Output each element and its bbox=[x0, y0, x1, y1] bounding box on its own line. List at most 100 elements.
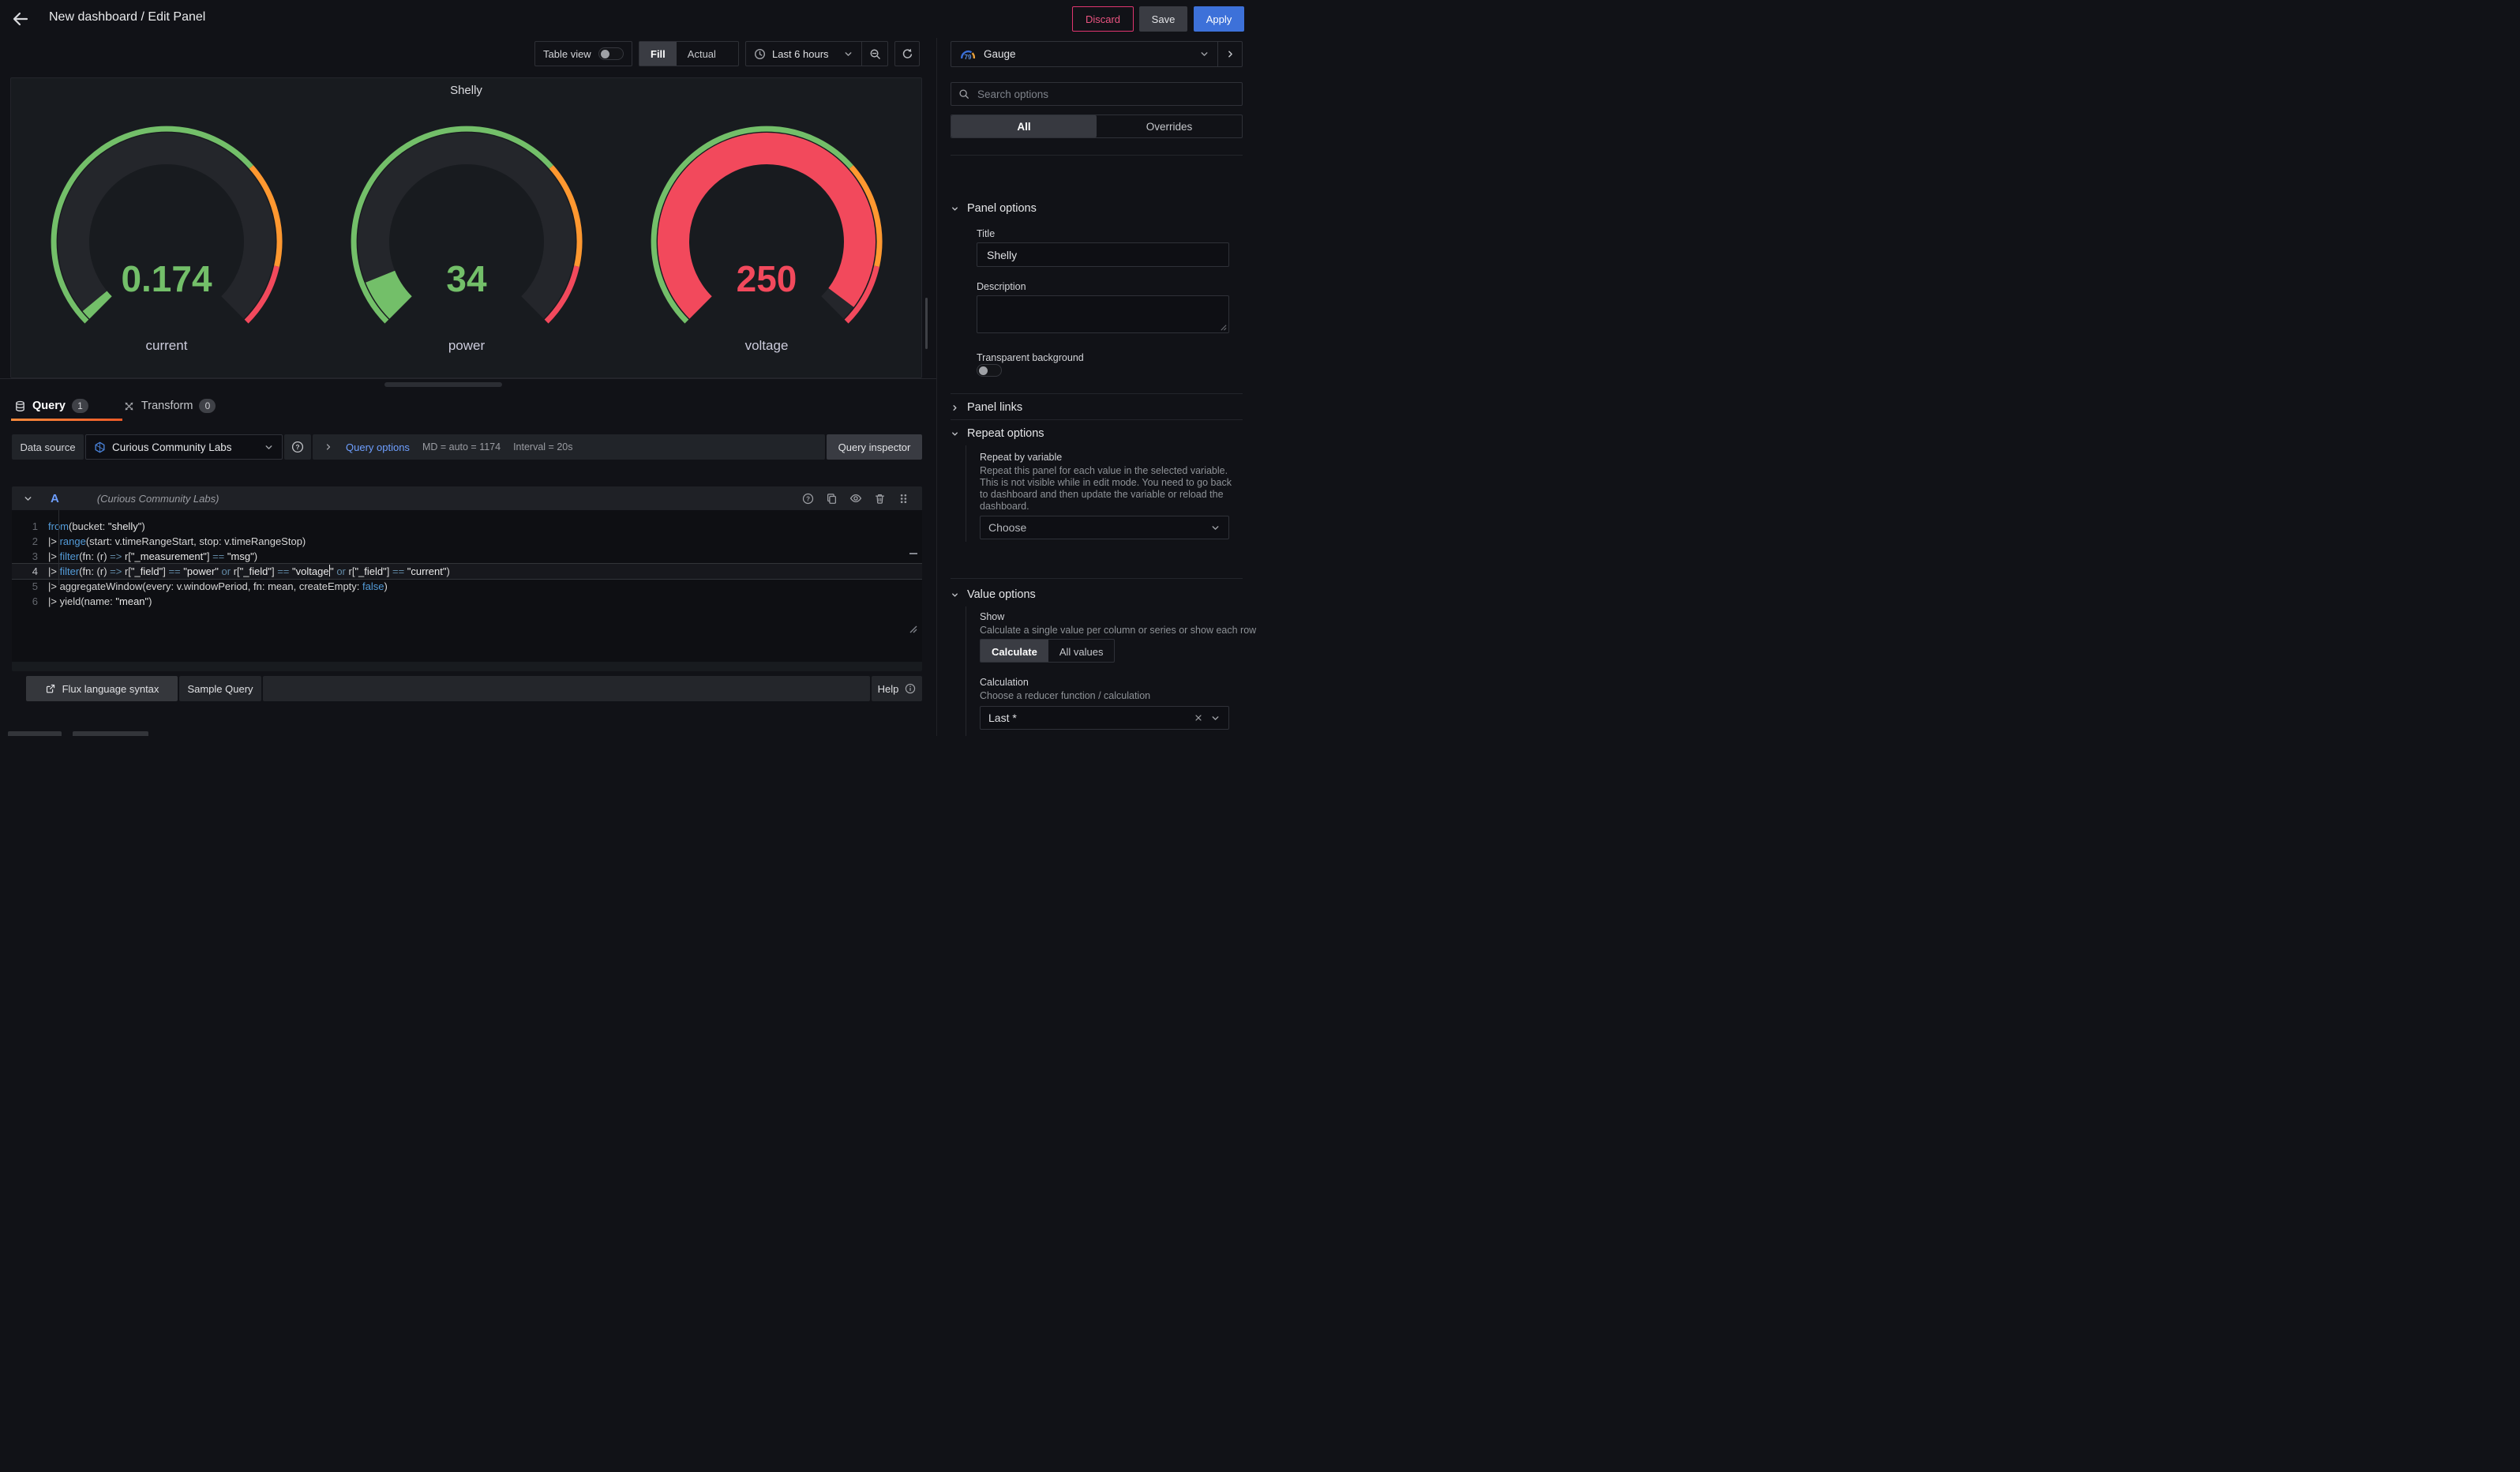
repeat-variable-value: Choose bbox=[988, 521, 1210, 534]
tab-overrides[interactable]: Overrides bbox=[1097, 115, 1242, 137]
section-value-options[interactable]: Value options bbox=[951, 586, 1036, 603]
time-range-label: Last 6 hours bbox=[772, 48, 829, 60]
repeat-variable-select[interactable]: Choose bbox=[980, 516, 1229, 539]
chevron-down-icon bbox=[951, 591, 959, 599]
table-view-toggle[interactable] bbox=[598, 47, 624, 60]
chevron-down-icon bbox=[951, 430, 959, 438]
tab-transform[interactable]: Transform 0 bbox=[120, 393, 219, 419]
help-button[interactable]: Help bbox=[872, 676, 922, 701]
apply-button[interactable]: Apply bbox=[1194, 6, 1244, 32]
trash-icon[interactable] bbox=[874, 493, 886, 505]
query-options-link[interactable]: Query options bbox=[346, 441, 410, 453]
textarea-resize-icon[interactable] bbox=[1220, 324, 1227, 331]
code-line-4: 4 |> filter(fn: (r) => r["_field"] == "p… bbox=[12, 564, 922, 579]
query-editor-card: A (Curious Community Labs) ? bbox=[12, 486, 922, 671]
panel-title: Shelly bbox=[11, 84, 921, 97]
code-text: |> filter(fn: (r) => r["_field"] == "pow… bbox=[48, 564, 450, 579]
visualization-name: Gauge bbox=[984, 48, 1192, 60]
chevron-down-icon bbox=[843, 49, 853, 59]
gauge-label: power bbox=[448, 338, 485, 353]
discard-button[interactable]: Discard bbox=[1072, 6, 1134, 32]
flux-syntax-button[interactable]: Flux language syntax bbox=[26, 676, 178, 701]
all-values-option[interactable]: All values bbox=[1048, 640, 1115, 663]
query-inspector-button[interactable]: Query inspector bbox=[827, 434, 922, 460]
zoom-out-button[interactable] bbox=[861, 42, 887, 66]
footer-spacer bbox=[263, 676, 870, 701]
calculation-select[interactable]: Last * bbox=[980, 706, 1229, 730]
refresh-icon bbox=[902, 48, 913, 60]
divider bbox=[951, 419, 1243, 420]
gauge-current: 0.174current bbox=[17, 123, 317, 360]
transform-icon bbox=[123, 400, 135, 412]
database-icon bbox=[14, 400, 26, 412]
panel-title-field[interactable] bbox=[977, 242, 1229, 267]
repeat-description: Repeat this panel for each value in the … bbox=[980, 465, 1239, 513]
editor-overview-marker bbox=[909, 553, 917, 554]
datasource-name: Curious Community Labs bbox=[112, 441, 257, 453]
refresh-button[interactable] bbox=[894, 41, 920, 66]
query-ref-id[interactable]: A bbox=[51, 492, 59, 505]
fill-actual-segmented: Fill Actual bbox=[639, 41, 739, 66]
chevron-down-icon bbox=[951, 205, 959, 213]
svg-text:?: ? bbox=[806, 495, 810, 502]
panel-description-textarea[interactable] bbox=[977, 295, 1229, 333]
help-icon[interactable]: ? bbox=[802, 493, 814, 505]
drag-grip-icon[interactable] bbox=[898, 493, 909, 505]
toggle-viz-pane-button[interactable] bbox=[1217, 42, 1242, 66]
calculation-label: Calculation bbox=[980, 677, 1029, 688]
options-search[interactable] bbox=[951, 82, 1243, 106]
line-number: 1 bbox=[12, 519, 48, 534]
section-title: Panel links bbox=[967, 401, 1022, 414]
eye-icon[interactable] bbox=[849, 492, 862, 505]
flux-syntax-label: Flux language syntax bbox=[62, 683, 159, 695]
datasource-help-button[interactable]: ? bbox=[284, 434, 311, 460]
query-footer-bar: Flux language syntax Sample Query Help bbox=[26, 676, 922, 701]
back-arrow-icon[interactable] bbox=[11, 10, 36, 28]
time-range-control: Last 6 hours bbox=[745, 41, 888, 66]
visualization-picker[interactable]: 79 Gauge bbox=[951, 41, 1243, 67]
save-button[interactable]: Save bbox=[1139, 6, 1187, 32]
show-mode-segmented: Calculate All values bbox=[980, 639, 1115, 663]
search-icon bbox=[958, 88, 969, 100]
tab-query[interactable]: Query 1 bbox=[11, 393, 92, 419]
time-range-picker[interactable]: Last 6 hours bbox=[746, 42, 861, 66]
calculate-option[interactable]: Calculate bbox=[981, 640, 1048, 663]
description-label: Description bbox=[977, 281, 1026, 292]
resize-drag-handle[interactable] bbox=[384, 382, 502, 387]
query-row-header[interactable]: A (Curious Community Labs) ? bbox=[12, 486, 922, 510]
flux-code-editor[interactable]: 1from(bucket: "shelly")2 |> range(start:… bbox=[12, 510, 922, 662]
section-panel-options[interactable]: Panel options bbox=[951, 200, 1037, 217]
tab-all[interactable]: All bbox=[951, 115, 1097, 137]
section-panel-links[interactable]: Panel links bbox=[951, 399, 1022, 416]
query-header-actions: ? bbox=[802, 492, 909, 505]
transparent-background-toggle[interactable] bbox=[977, 364, 1002, 377]
main-scrollbar-thumb[interactable] bbox=[925, 298, 928, 349]
gauge-label: voltage bbox=[744, 338, 788, 353]
actual-option[interactable]: Actual bbox=[677, 42, 727, 66]
panel-title-input[interactable] bbox=[985, 248, 1221, 262]
section-repeat-options[interactable]: Repeat options bbox=[951, 425, 1044, 442]
collapse-chevron-icon[interactable] bbox=[23, 494, 33, 504]
datasource-picker[interactable]: Curious Community Labs bbox=[85, 434, 283, 460]
table-view-label: Table view bbox=[543, 48, 591, 60]
panel-editor-divider bbox=[0, 378, 936, 379]
chevron-down-icon bbox=[1210, 713, 1221, 723]
add-query-button-partial[interactable] bbox=[8, 731, 62, 736]
influxdb-icon bbox=[94, 441, 106, 453]
section-title: Repeat options bbox=[967, 427, 1044, 440]
zoom-out-icon bbox=[869, 48, 881, 60]
gauge-label: current bbox=[145, 338, 187, 353]
duplicate-icon[interactable] bbox=[826, 493, 838, 505]
add-expression-button-partial[interactable] bbox=[73, 731, 148, 736]
editor-resize-handle[interactable] bbox=[909, 625, 917, 633]
gauge-voltage: 250 voltage bbox=[617, 123, 917, 360]
gauge-value: 250 bbox=[736, 258, 797, 299]
clear-icon[interactable] bbox=[1194, 713, 1203, 723]
options-search-input[interactable] bbox=[976, 88, 1235, 101]
code-line-2: 2 |> range(start: v.timeRangeStart, stop… bbox=[12, 534, 922, 549]
line-number: 3 bbox=[12, 549, 48, 564]
code-text: |> range(start: v.timeRangeStart, stop: … bbox=[48, 534, 306, 549]
sample-query-button[interactable]: Sample Query bbox=[179, 676, 261, 701]
fill-option[interactable]: Fill bbox=[639, 42, 677, 66]
calculation-description: Choose a reducer function / calculation bbox=[980, 690, 1150, 701]
